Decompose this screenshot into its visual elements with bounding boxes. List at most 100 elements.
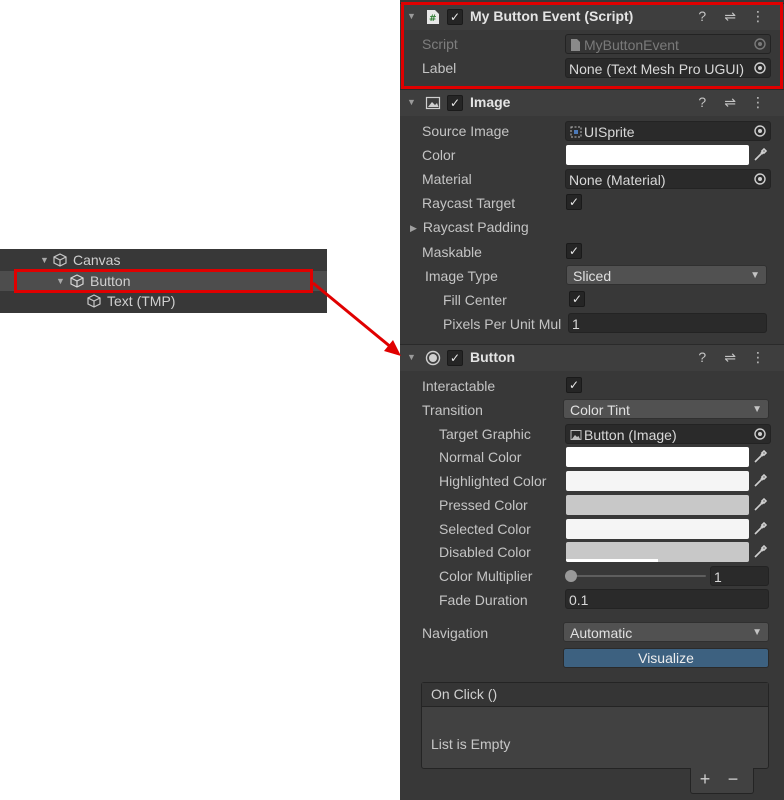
onclick-header: On Click () [422,683,768,707]
disabled-color-field[interactable] [566,542,749,562]
color-multiplier-value: 1 [714,569,722,585]
component-enabled-checkbox[interactable]: ✓ [447,95,463,111]
prop-interactable-label: Interactable [422,378,496,394]
inspector-panel: ▼ # ✓ My Button Event (Script) ? ⇌ ⋮ Scr… [400,0,784,800]
hierarchy-item-canvas[interactable]: ▼ Canvas [0,250,327,270]
object-picker-icon[interactable] [753,172,767,186]
prop-raycast-target-label: Raycast Target [422,195,516,211]
prop-target-graphic-label: Target Graphic [439,426,531,442]
chevron-down-icon: ▼ [750,270,760,281]
source-image-value: UISprite [584,124,635,140]
image-type-value: Sliced [573,268,612,284]
prop-transition-label: Transition [422,402,483,418]
add-event-button[interactable]: + [691,768,719,790]
prop-maskable-label: Maskable [422,244,482,260]
component-header-image[interactable]: ▼ ✓ Image ? ⇌ ⋮ [400,89,784,116]
fill-center-checkbox[interactable]: ✓ [569,291,585,307]
transition-dropdown[interactable]: Color Tint ▼ [563,399,769,419]
component-enabled-checkbox[interactable]: ✓ [447,350,463,366]
eyedropper-icon[interactable] [751,520,769,538]
eyedropper-icon[interactable] [751,146,769,164]
maskable-checkbox[interactable]: ✓ [566,243,582,259]
prop-highlighted-color-label: Highlighted Color [439,473,547,489]
source-image-field[interactable]: UISprite [565,121,771,141]
fold-arrow-icon[interactable]: ▼ [407,352,416,362]
preset-icon[interactable]: ⇌ [718,94,742,111]
color-multiplier-field[interactable]: 1 [710,566,769,586]
help-icon[interactable]: ? [690,349,714,365]
onclick-add-remove: + − [690,768,754,794]
eyedropper-icon[interactable] [751,448,769,466]
image-component-icon [425,96,441,110]
fade-duration-field[interactable]: 0.1 [565,589,769,609]
material-value: None (Material) [569,172,666,188]
chevron-down-icon: ▼ [752,627,762,638]
gameobject-cube-icon [87,294,101,308]
prop-navigation-label: Navigation [422,625,489,641]
prop-ppu-label: Pixels Per Unit Mul [443,316,562,332]
ppu-field[interactable]: 1 [568,313,767,333]
prop-image-type-label: Image Type [425,268,498,284]
prop-material-label: Material [422,171,472,187]
help-icon[interactable]: ? [690,94,714,110]
hierarchy-item-label: Text (TMP) [107,293,176,309]
target-graphic-value: Button (Image) [584,427,677,443]
menu-icon[interactable]: ⋮ [746,349,770,366]
fade-duration-value: 0.1 [569,592,589,608]
raycast-target-checkbox[interactable]: ✓ [566,194,582,210]
image-icon [570,430,582,440]
prop-selected-color-label: Selected Color [439,521,531,537]
hierarchy-item-label: Canvas [73,252,121,268]
color-multiplier-slider-handle[interactable] [565,570,577,582]
image-type-dropdown[interactable]: Sliced ▼ [566,265,767,285]
onclick-event-list: On Click () List is Empty [421,682,769,769]
color-multiplier-slider-track[interactable] [570,575,706,577]
visualize-button[interactable]: Visualize [563,648,769,668]
eyedropper-icon[interactable] [751,543,769,561]
ppu-value: 1 [572,316,580,332]
alpha-bar [566,559,658,562]
interactable-checkbox[interactable]: ✓ [566,377,582,393]
onclick-empty-text: List is Empty [431,736,511,752]
object-picker-icon[interactable] [753,124,767,138]
normal-color-field[interactable] [566,447,749,467]
prop-fade-duration-label: Fade Duration [439,592,528,608]
object-picker-icon[interactable] [753,427,767,441]
navigation-value: Automatic [570,625,633,641]
connector-arrow-head [384,340,401,356]
highlighted-color-field[interactable] [566,471,749,491]
chevron-down-icon: ▼ [752,404,762,415]
component-title: Image [470,94,511,110]
transition-value: Color Tint [570,402,630,418]
sprite-icon [570,126,582,138]
prop-raycast-padding-row[interactable]: ▶ Raycast Padding [410,217,529,237]
menu-icon[interactable]: ⋮ [746,94,770,111]
script-component-highlight-box [401,2,783,89]
prop-raycast-padding-label: Raycast Padding [422,219,529,235]
remove-event-button[interactable]: − [719,768,747,790]
component-title: Button [470,349,516,365]
prop-pressed-color-label: Pressed Color [439,497,528,513]
target-graphic-field[interactable]: Button (Image) [565,424,771,444]
component-header-button[interactable]: ▼ ✓ Button ? ⇌ ⋮ [400,344,784,371]
prop-color-label: Color [422,147,456,163]
gameobject-cube-icon [53,253,67,267]
hierarchy-highlight-box [14,269,313,293]
prop-source-image-label: Source Image [422,123,510,139]
material-field[interactable]: None (Material) [565,169,771,189]
eyedropper-icon[interactable] [751,472,769,490]
selected-color-field[interactable] [566,519,749,539]
expand-arrow-icon[interactable]: ▼ [40,250,49,270]
preset-icon[interactable]: ⇌ [718,349,742,366]
pressed-color-field[interactable] [566,495,749,515]
fold-arrow-icon[interactable]: ▼ [407,97,416,107]
prop-color-multiplier-label: Color Multiplier [439,568,533,584]
prop-normal-color-label: Normal Color [439,449,522,465]
button-component-icon [425,350,441,366]
eyedropper-icon[interactable] [751,496,769,514]
color-field[interactable] [566,145,749,165]
hierarchy-item-text-tmp[interactable]: Text (TMP) [0,291,327,311]
prop-fill-center-label: Fill Center [443,292,507,308]
navigation-dropdown[interactable]: Automatic ▼ [563,622,769,642]
foldout-arrow-icon[interactable]: ▶ [410,223,417,233]
